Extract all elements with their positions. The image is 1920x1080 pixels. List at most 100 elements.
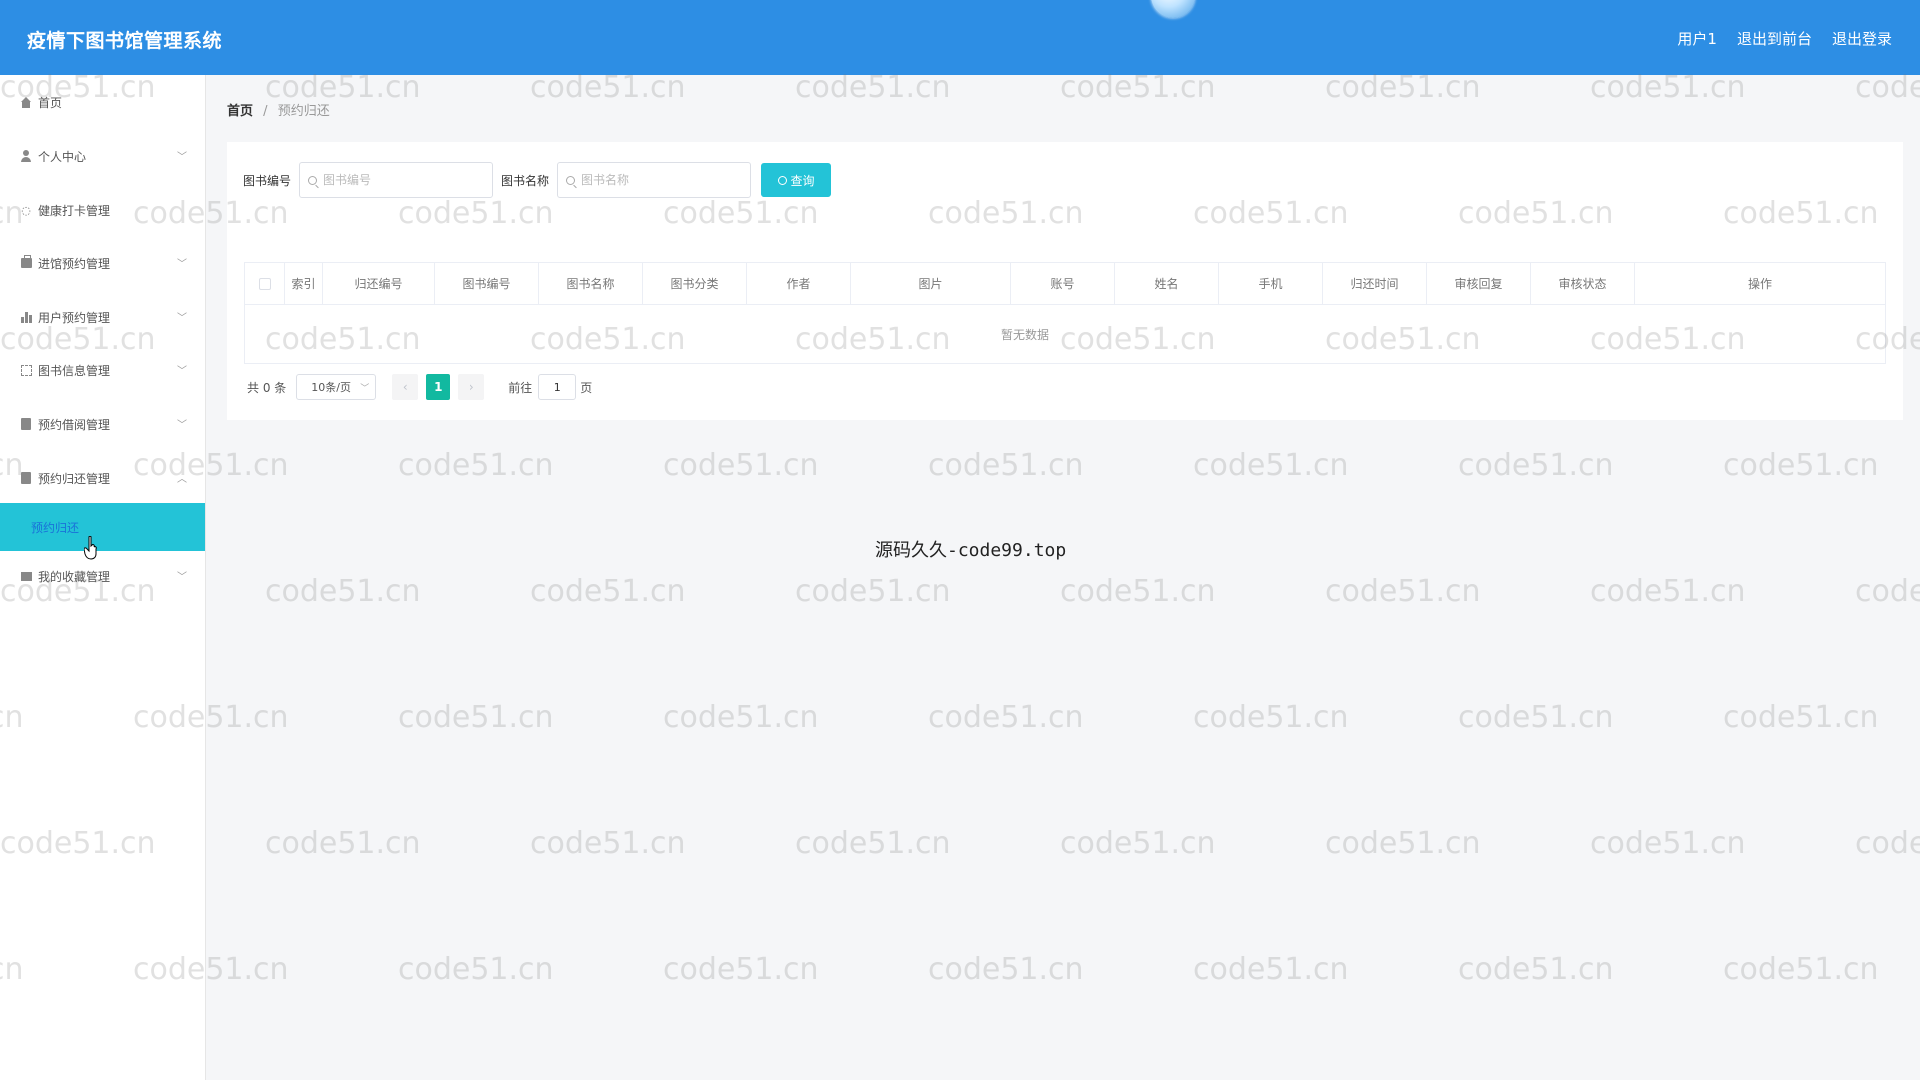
- watermark-text: code51.cn: [1855, 826, 1920, 861]
- book-no-input[interactable]: [323, 173, 484, 187]
- chevron-down-icon: ﹀: [177, 259, 187, 270]
- center-watermark-text: 源码久久-code99.top: [875, 540, 1067, 561]
- watermark-text: code51.cn: [1458, 700, 1614, 735]
- chevron-down-icon: ﹀: [177, 572, 187, 583]
- book-no-field[interactable]: [299, 162, 494, 198]
- total-count: 共 0 条: [247, 380, 287, 395]
- book-name-field[interactable]: [557, 162, 752, 198]
- prev-page-button[interactable]: ‹: [392, 374, 419, 400]
- watermark-text: code51.cn: [663, 952, 819, 987]
- page-unit-label: 页: [580, 380, 593, 395]
- select-all-checkbox[interactable]: [258, 277, 271, 290]
- watermark-text: code51.cn: [663, 700, 819, 735]
- chevron-down-icon: ﹀: [177, 152, 187, 163]
- top-bar: 疫情下图书馆管理系统 用户1 退出到前台 退出登录: [0, 0, 1920, 75]
- sidebar-item-health[interactable]: ◌ 健康打卡管理: [0, 197, 205, 223]
- bag-icon: [20, 255, 32, 269]
- goto-label: 前往: [508, 380, 533, 395]
- sidebar-item-personal[interactable]: 个人中心 ﹀: [0, 143, 205, 169]
- watermark-text: code51.cn: [928, 952, 1084, 987]
- sidebar-item-book-info[interactable]: 图书信息管理 ﹀: [0, 357, 205, 383]
- chevron-down-icon: ﹀: [177, 366, 187, 377]
- watermark-text: code51.cn: [265, 574, 421, 609]
- breadcrumb-home[interactable]: 首页: [227, 104, 253, 119]
- sidebar-item-label: 健康打卡管理: [38, 203, 111, 218]
- watermark-text: code51.cn: [265, 826, 421, 861]
- column-header: 账号: [1011, 263, 1115, 304]
- back-to-front-link[interactable]: 退出到前台: [1737, 28, 1812, 49]
- clipboard-icon: [20, 418, 32, 430]
- page-size-select[interactable]: 10条/页 ﹀: [296, 374, 377, 400]
- watermark-text: code51.cn: [398, 700, 554, 735]
- next-page-button[interactable]: ›: [458, 374, 485, 400]
- column-header: 操作: [1747, 277, 1772, 291]
- sidebar-item-home[interactable]: 首页: [0, 89, 205, 115]
- goto-page-input[interactable]: [538, 374, 577, 400]
- content-panel: 图书编号 图书名称 查询 索引 归还编号 图书编号 图书名称 图书分类 作者 图…: [227, 142, 1903, 420]
- page-number[interactable]: 1: [426, 374, 451, 400]
- logout-link[interactable]: 退出登录: [1832, 28, 1892, 49]
- watermark-text: code51.cn: [1193, 448, 1349, 483]
- column-header: 图书编号: [435, 263, 539, 304]
- book-no-label: 图书编号: [243, 173, 292, 188]
- user-name[interactable]: 用户1: [1677, 28, 1717, 49]
- column-header: 索引: [285, 263, 323, 304]
- search-icon: [308, 175, 318, 185]
- watermark-text: code51.cn: [928, 448, 1084, 483]
- watermark-text: code51.cn: [795, 574, 951, 609]
- column-header: 图书分类: [643, 263, 747, 304]
- watermark-text: code51.cn: [1458, 952, 1614, 987]
- pagination: 共 0 条 10条/页 ﹀ ‹ 1 › 前往 页: [247, 374, 592, 400]
- chevron-down-icon: ﹀: [177, 313, 187, 324]
- book-name-input[interactable]: [581, 173, 742, 187]
- breadcrumb-separator: /: [263, 104, 268, 119]
- watermark-text: code51.cn: [1325, 574, 1481, 609]
- sidebar-item-entry-booking[interactable]: 进馆预约管理 ﹀: [0, 250, 205, 276]
- chevron-down-icon: ﹀: [360, 384, 370, 394]
- select-all-cell[interactable]: [245, 263, 285, 304]
- sidebar-item-label: 图书信息管理: [38, 363, 111, 378]
- query-button[interactable]: 查询: [761, 163, 832, 197]
- column-header: 审核状态: [1531, 263, 1635, 304]
- sidebar-item-label: 预约借阅管理: [38, 417, 111, 432]
- watermark-text: code51.cn: [1590, 826, 1746, 861]
- sidebar-item-borrow-booking[interactable]: 预约借阅管理 ﹀: [0, 411, 205, 437]
- watermark-text: code51.cn: [1590, 574, 1746, 609]
- watermark-text: code51.cn: [398, 448, 554, 483]
- watermark-text: code51.cn: [398, 952, 554, 987]
- watermark-text: code51.cn: [1855, 70, 1920, 105]
- sidebar: 首页 个人中心 ﹀ ◌ 健康打卡管理 进馆预约管理 ﹀ 用户预约管理 ﹀ 图书信…: [0, 75, 206, 1080]
- watermark-text: code51.cn: [795, 826, 951, 861]
- column-header: 图片: [851, 263, 1011, 304]
- watermark-text: code51.cn: [1723, 700, 1879, 735]
- watermark-text: code51.cn: [1590, 70, 1746, 105]
- chevron-down-icon: ﹀: [177, 420, 187, 431]
- sidebar-item-favorites[interactable]: 我的收藏管理 ﹀: [0, 563, 205, 589]
- column-header: 归还时间: [1323, 263, 1427, 304]
- watermark-text: code51.cn: [663, 448, 819, 483]
- hand-cursor-icon: [84, 536, 97, 560]
- watermark-text: code51.cn: [530, 574, 686, 609]
- empty-text: 暂无数据: [1000, 327, 1049, 342]
- watermark-text: code51.cn: [530, 70, 686, 105]
- watermark-text: code51.cn: [1060, 70, 1216, 105]
- table-header: 索引 归还编号 图书编号 图书名称 图书分类 作者 图片 账号 姓名 手机 归还…: [245, 263, 1885, 305]
- sidebar-subitem-return[interactable]: 预约归还: [0, 503, 205, 551]
- sidebar-item-label: 预约归还管理: [38, 471, 111, 486]
- home-icon: [20, 96, 32, 108]
- column-header: 手机: [1219, 263, 1323, 304]
- clipboard-icon: [20, 472, 32, 484]
- chart-icon: [20, 311, 32, 323]
- sidebar-item-return-booking[interactable]: 预约归还管理 ︿: [0, 465, 205, 491]
- sidebar-item-user-booking[interactable]: 用户预约管理 ﹀: [0, 304, 205, 330]
- sidebar-item-label: 用户预约管理: [38, 310, 111, 325]
- chevron-up-icon: ︿: [177, 474, 187, 485]
- watermark-text: code51.cn: [530, 826, 686, 861]
- search-icon: [777, 175, 787, 185]
- sidebar-item-label: 进馆预约管理: [38, 256, 111, 271]
- sidebar-item-label: 个人中心: [38, 149, 87, 164]
- table-body: 暂无数据: [245, 305, 1885, 363]
- app-title: 疫情下图书馆管理系统: [27, 30, 223, 52]
- column-header: 归还编号: [323, 263, 435, 304]
- watermark-text: code51.cn: [1060, 574, 1216, 609]
